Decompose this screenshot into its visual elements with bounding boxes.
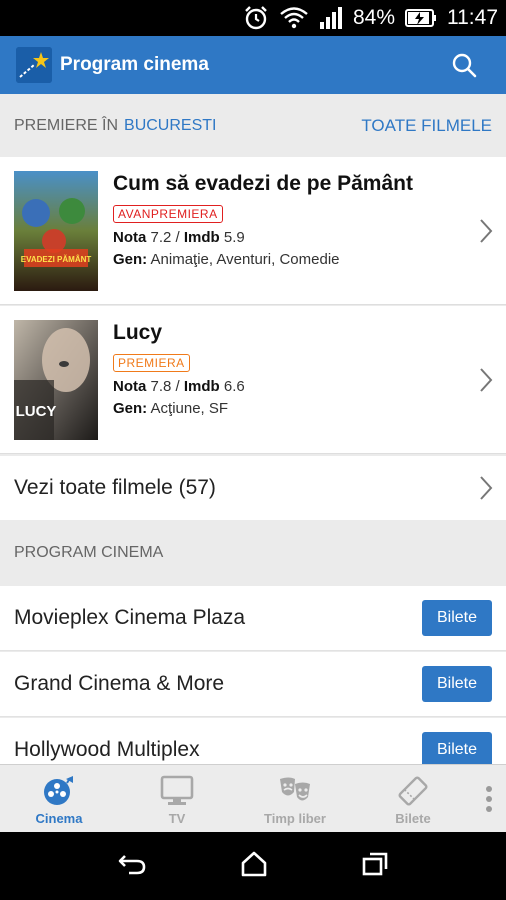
recent-apps-icon bbox=[363, 852, 388, 875]
all-films-link[interactable]: TOATE FILMELE bbox=[361, 116, 492, 136]
chevron-right-icon bbox=[480, 476, 493, 500]
tickets-button[interactable]: Bilete bbox=[422, 732, 492, 768]
clock: 11:47 bbox=[447, 6, 498, 29]
home-button[interactable] bbox=[240, 851, 268, 882]
theater-masks-icon bbox=[280, 777, 310, 801]
movie-ratings: Nota 7.2 / Imdb 5.9 bbox=[113, 229, 245, 246]
poster-title-text: EVADEZI PĂMÂNT bbox=[21, 255, 92, 264]
program-header-label: PROGRAM CINEMA bbox=[14, 544, 164, 561]
screen: 84% 11:47 Program cinema PREMIERE ÎN BUC… bbox=[0, 0, 506, 900]
premieres-label: PREMIERE ÎN bbox=[14, 116, 119, 134]
cinema-name: Hollywood Multiplex bbox=[14, 738, 200, 761]
alarm-icon bbox=[243, 5, 269, 31]
movie-genre: Gen: Animaţie, Aventuri, Comedie bbox=[113, 251, 340, 268]
nav-item-bilete[interactable]: Bilete bbox=[354, 765, 472, 833]
city-selector[interactable]: BUCURESTI bbox=[124, 117, 216, 135]
system-nav-bar bbox=[0, 832, 506, 900]
battery-charging-icon bbox=[405, 8, 437, 28]
movie-info: Cum să evadezi de pe Pământ AVANPREMIERA… bbox=[113, 171, 466, 269]
all-films-label: Vezi toate filmele (57) bbox=[14, 476, 216, 499]
movie-title: Lucy bbox=[113, 321, 163, 344]
tickets-button[interactable]: Bilete bbox=[422, 666, 492, 702]
program-header: PROGRAM CINEMA bbox=[0, 520, 506, 586]
recent-apps-button[interactable] bbox=[361, 851, 389, 882]
back-button[interactable] bbox=[117, 852, 147, 881]
status-badge: PREMIERA bbox=[113, 354, 190, 372]
search-icon bbox=[452, 53, 477, 78]
status-bar: 84% 11:47 bbox=[0, 0, 506, 36]
app-title: Program cinema bbox=[60, 54, 209, 75]
movie-genre: Gen: Acţiune, SF bbox=[113, 400, 229, 417]
app-logo-icon bbox=[16, 47, 52, 83]
back-icon bbox=[118, 854, 145, 874]
movie-poster: LUCY bbox=[14, 320, 98, 440]
nav-label: TV bbox=[168, 811, 186, 826]
cinema-row[interactable]: Grand Cinema & More Bilete bbox=[0, 652, 506, 717]
more-vertical-icon bbox=[486, 785, 492, 812]
nav-item-cinema[interactable]: Cinema bbox=[0, 765, 118, 833]
nav-label: Timp liber bbox=[264, 811, 326, 826]
premieres-header: PREMIERE ÎN BUCURESTI TOATE FILMELE bbox=[0, 94, 506, 157]
ticket-icon bbox=[398, 776, 428, 806]
movie-card[interactable]: LUCY Lucy PREMIERA Nota 7.8 / Imdb 6.6 G… bbox=[0, 306, 506, 454]
bottom-nav: Cinema TV Timp liber Bilete bbox=[0, 764, 506, 832]
cinema-name: Movieplex Cinema Plaza bbox=[14, 606, 246, 629]
nav-item-timp-liber[interactable]: Timp liber bbox=[236, 765, 354, 833]
chevron-right-icon bbox=[480, 219, 493, 243]
app-bar: Program cinema bbox=[0, 36, 506, 94]
nav-item-tv[interactable]: TV bbox=[118, 765, 236, 833]
home-icon bbox=[241, 851, 267, 876]
nav-label: Bilete bbox=[395, 811, 431, 826]
battery-percent: 84% bbox=[352, 6, 395, 29]
cinema-name: Grand Cinema & More bbox=[14, 672, 225, 695]
movie-info: Lucy PREMIERA Nota 7.8 / Imdb 6.6 Gen: A… bbox=[113, 320, 466, 418]
nav-label: Cinema bbox=[35, 811, 83, 826]
movie-card[interactable]: EVADEZI PĂMÂNT Cum să evadezi de pe Pămâ… bbox=[0, 157, 506, 305]
movie-ratings: Nota 7.8 / Imdb 6.6 bbox=[113, 378, 245, 395]
movie-title: Cum să evadezi de pe Pământ bbox=[113, 172, 413, 195]
cinema-row[interactable]: Movieplex Cinema Plaza Bilete bbox=[0, 586, 506, 651]
status-badge: AVANPREMIERA bbox=[113, 205, 223, 223]
film-reel-icon bbox=[44, 776, 73, 805]
search-button[interactable] bbox=[444, 45, 484, 85]
signal-icon bbox=[319, 6, 343, 30]
overflow-menu-button[interactable] bbox=[472, 765, 506, 832]
movie-poster: EVADEZI PĂMÂNT bbox=[14, 171, 98, 291]
chevron-right-icon bbox=[480, 368, 493, 392]
wifi-icon bbox=[279, 5, 309, 31]
tickets-button[interactable]: Bilete bbox=[422, 600, 492, 636]
poster-title-text: LUCY bbox=[16, 403, 57, 420]
tv-icon bbox=[160, 775, 194, 805]
all-films-row[interactable]: Vezi toate filmele (57) bbox=[0, 456, 506, 520]
